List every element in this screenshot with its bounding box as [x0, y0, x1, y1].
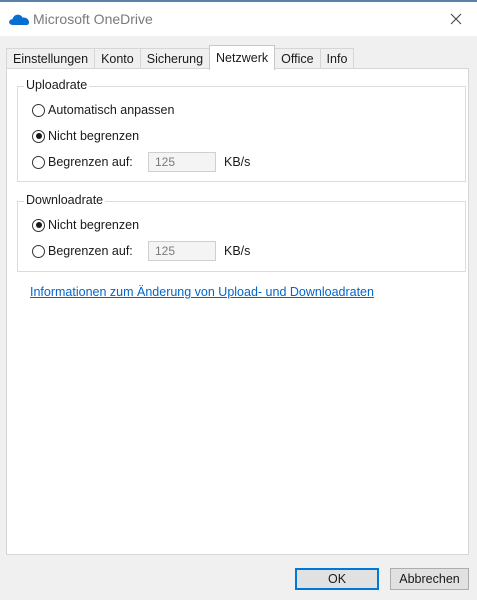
upload-rate-legend: Uploadrate	[24, 78, 90, 92]
tab-netzwerk[interactable]: Netzwerk	[209, 45, 276, 70]
close-icon	[450, 13, 462, 25]
network-tab-panel: Uploadrate Automatisch anpassen Nicht be…	[6, 68, 469, 555]
close-button[interactable]	[441, 4, 471, 34]
rate-info-link[interactable]: Informationen zum Änderung von Upload- u…	[30, 285, 374, 299]
tab-label: Sicherung	[146, 52, 204, 66]
tab-label: Info	[326, 52, 348, 66]
download-limit-option[interactable]: Begrenzen auf:	[32, 241, 133, 261]
download-rate-legend: Downloadrate	[24, 193, 106, 207]
download-limit-input[interactable]: 125	[148, 241, 216, 261]
upload-limit-label: Begrenzen auf:	[48, 155, 133, 169]
download-limit-label: Begrenzen auf:	[48, 244, 133, 258]
tab-info[interactable]: Info	[319, 48, 355, 69]
tab-bar: Einstellungen Konto Sicherung Netzwerk O…	[6, 45, 355, 70]
download-limit-radio[interactable]	[32, 244, 45, 258]
tab-konto[interactable]: Konto	[94, 48, 141, 69]
download-unlimited-option[interactable]: Nicht begrenzen	[32, 215, 139, 235]
upload-auto-option[interactable]: Automatisch anpassen	[32, 100, 174, 120]
cancel-button[interactable]: Abbrechen	[390, 568, 469, 590]
upload-limit-input[interactable]: 125	[148, 152, 216, 172]
tab-sicherung[interactable]: Sicherung	[139, 48, 211, 69]
tab-office[interactable]: Office	[274, 48, 321, 69]
download-rate-group: Downloadrate Nicht begrenzen Begrenzen a…	[17, 193, 466, 272]
tab-label: Konto	[101, 52, 134, 66]
download-unlimited-label: Nicht begrenzen	[48, 218, 140, 232]
upload-unlimited-radio[interactable]	[32, 129, 45, 143]
title-bar: Microsoft OneDrive	[0, 2, 477, 36]
tab-label: Netzwerk	[216, 51, 269, 65]
upload-rate-group: Uploadrate Automatisch anpassen Nicht be…	[17, 78, 466, 182]
onedrive-cloud-icon	[9, 14, 30, 25]
tab-label: Einstellungen	[13, 52, 89, 66]
upload-unlimited-label: Nicht begrenzen	[48, 129, 140, 143]
upload-auto-label: Automatisch anpassen	[48, 103, 175, 117]
ok-button[interactable]: OK	[295, 568, 379, 590]
download-unit-label: KB/s	[224, 244, 251, 258]
upload-unlimited-option[interactable]: Nicht begrenzen	[32, 126, 139, 146]
upload-limit-option[interactable]: Begrenzen auf:	[32, 152, 133, 172]
download-unlimited-radio[interactable]	[32, 218, 45, 232]
window-title: Microsoft OneDrive	[33, 11, 153, 27]
tab-label: Office	[281, 52, 314, 66]
tab-einstellungen[interactable]: Einstellungen	[6, 48, 96, 69]
upload-unit-label: KB/s	[224, 155, 251, 169]
onedrive-settings-window: Microsoft OneDrive Einstellungen Konto S…	[0, 0, 477, 600]
upload-limit-radio[interactable]	[32, 155, 45, 169]
upload-auto-radio[interactable]	[32, 103, 45, 117]
